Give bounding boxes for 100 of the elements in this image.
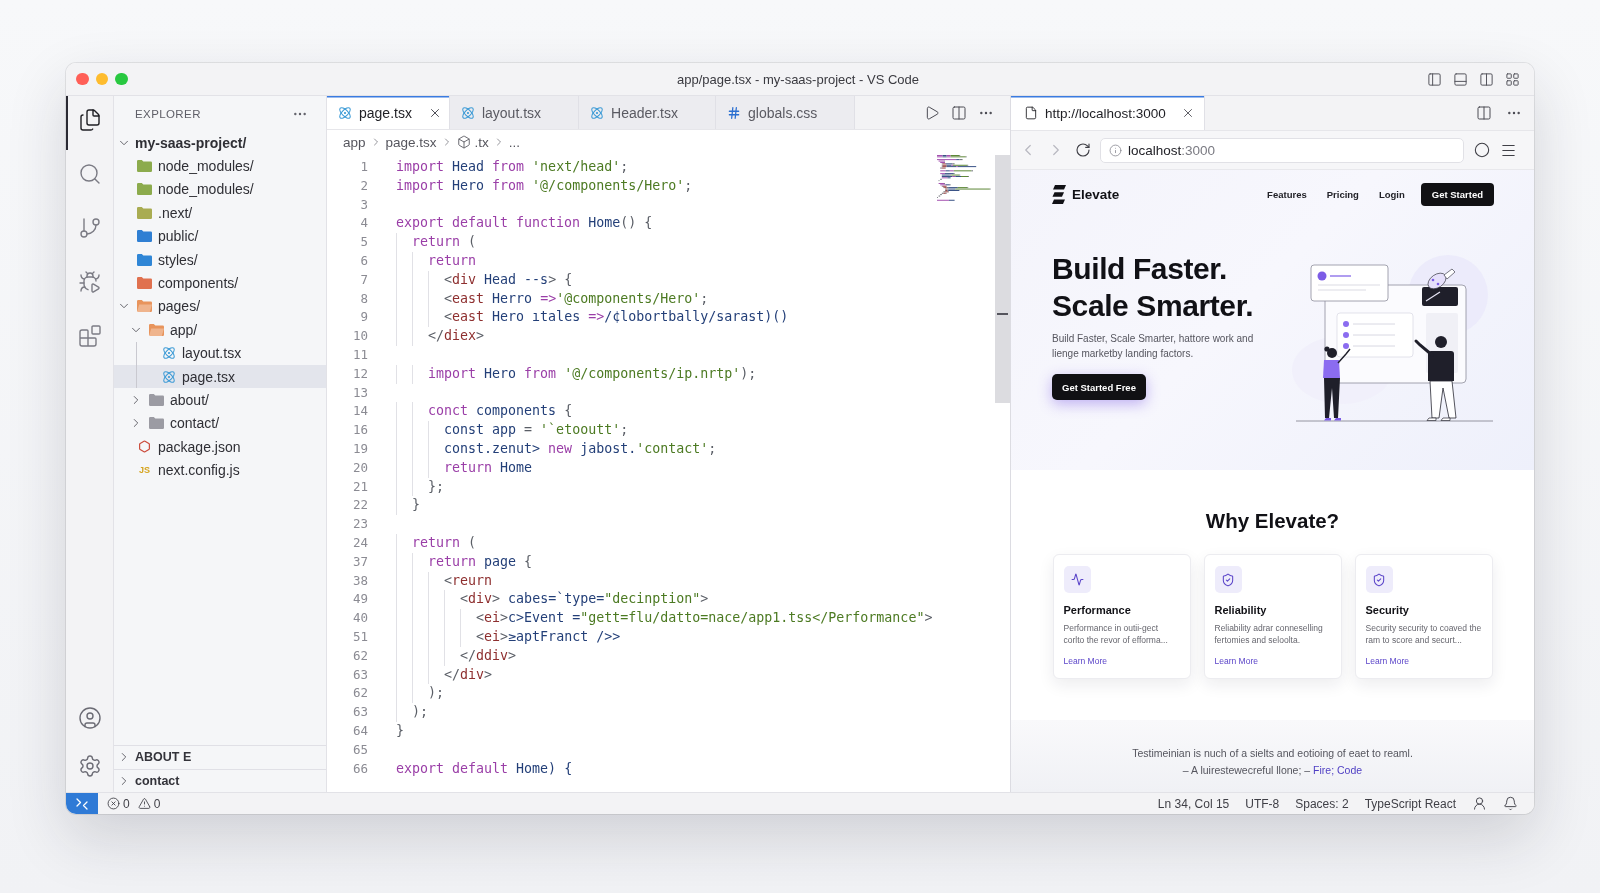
line-number: 63: [352, 703, 368, 722]
folder-item[interactable]: contact/: [114, 411, 326, 436]
code-line: conct components {: [396, 402, 573, 422]
attribution-link[interactable]: Fire; Code: [1313, 764, 1363, 776]
play-icon[interactable]: [924, 104, 940, 121]
line-number: 1: [360, 158, 368, 176]
breadcrumb-item[interactable]: page.tsx: [385, 134, 437, 150]
nav-cta-button[interactable]: Get Started: [1420, 182, 1494, 206]
code-line: <reurn: [396, 571, 493, 591]
branch-icon: [77, 216, 102, 240]
atom-icon: [161, 346, 176, 361]
circle-icon[interactable]: [1474, 142, 1490, 158]
line-number: 9: [360, 308, 368, 327]
feature-description: Reliability adrar conneselling fertomies and seloolta.: [1214, 622, 1324, 646]
line-number: 62: [352, 646, 368, 665]
file-item[interactable]: layout.tsx: [114, 341, 326, 365]
line-number: 49: [352, 590, 368, 609]
section-header[interactable]: ABOUT E: [114, 745, 326, 769]
browser-tab[interactable]: http://localhost:3000: [1011, 96, 1205, 130]
breadcrumb-item[interactable]: .tx: [456, 134, 489, 150]
line-number: 12: [352, 364, 368, 383]
file-icon: [1024, 106, 1038, 120]
split-editor-icon[interactable]: [1476, 105, 1492, 121]
line-number: 66: [352, 759, 368, 778]
folder-item[interactable]: public/: [114, 224, 326, 248]
line-number: 40: [352, 609, 368, 628]
folder-item[interactable]: styles/: [114, 247, 326, 272]
status-item[interactable]: Ln 34, Col 15: [1157, 796, 1230, 811]
nav-link[interactable]: Features: [1267, 188, 1307, 200]
error-icon: [107, 797, 120, 810]
line-number: 24: [352, 533, 368, 552]
remote-button[interactable]: [66, 793, 98, 814]
code-line: </ddiv>: [396, 646, 517, 666]
layout-grid-icon[interactable]: [1505, 71, 1520, 87]
breadcrumb-item[interactable]: app: [343, 134, 366, 150]
status-item[interactable]: UTF-8: [1245, 796, 1280, 811]
line-number: 5: [360, 233, 368, 252]
shield-check-icon: [1365, 566, 1393, 593]
editor-tab[interactable]: Header.tsx: [579, 96, 716, 129]
status-item[interactable]: TypeScript React: [1364, 796, 1456, 811]
code-line: return (: [396, 533, 477, 553]
hexagon-icon: [138, 440, 151, 454]
bell-icon[interactable]: [1503, 796, 1518, 811]
folder-item[interactable]: about/: [114, 388, 326, 412]
editor-tab[interactable]: page.tsx: [327, 96, 450, 129]
columns-icon[interactable]: [1479, 71, 1494, 87]
hero-cta-button[interactable]: Get Started Free: [1052, 374, 1146, 400]
folder-item[interactable]: components/: [114, 271, 326, 295]
code-line: <east Hero ıtales =>/¢lobortbally/sarast)(): [396, 308, 789, 328]
scrollbar-thumb[interactable]: [995, 155, 1010, 403]
status-item[interactable]: Spaces: 2: [1295, 796, 1349, 811]
learn-more-link[interactable]: Learn More: [1365, 655, 1409, 667]
editor-tab[interactable]: layout.tsx: [449, 96, 580, 129]
section-title: Why Elevate?: [1205, 509, 1340, 533]
line-number: 22: [352, 496, 368, 515]
panel-bottom-icon[interactable]: [1453, 71, 1468, 87]
atom-icon: [460, 105, 475, 120]
testimonial-quote: Testimeinian is nuch of a sielts and eotioing of eaet to reaml.: [1132, 746, 1413, 761]
close-window-icon[interactable]: [76, 72, 89, 86]
code-line: }: [396, 496, 421, 516]
code-line: export default function Home() {: [396, 214, 653, 233]
settings-icon[interactable]: [77, 754, 102, 778]
line-number: 38: [352, 571, 368, 590]
folder-item[interactable]: pages/: [114, 294, 326, 319]
close-icon[interactable]: [1181, 106, 1195, 120]
pulse-icon: [1063, 566, 1091, 593]
folder-item[interactable]: node_modules/: [114, 177, 326, 202]
folder-item[interactable]: app/: [114, 318, 326, 342]
code-line: const app = '`etooutt';: [396, 421, 629, 440]
line-number: 65: [352, 740, 368, 759]
learn-more-link[interactable]: Learn More: [1063, 655, 1107, 667]
nav-link[interactable]: Pricing: [1326, 188, 1359, 200]
account-icon[interactable]: [77, 706, 102, 730]
code-line: </div>: [396, 665, 493, 685]
file-item[interactable]: package.json: [114, 435, 326, 459]
code-line: import Hero from '@/components/ip.nrtp');: [396, 364, 757, 384]
breadcrumb-item[interactable]: ...: [508, 134, 521, 150]
person-icon[interactable]: [1472, 796, 1487, 811]
search-icon: [77, 162, 102, 186]
learn-more-link[interactable]: Learn More: [1214, 655, 1258, 667]
line-number: 63: [352, 665, 368, 684]
project-folder-item[interactable]: my-saas-project/: [114, 131, 326, 155]
problems-button[interactable]: 0 0: [107, 796, 161, 811]
folder-item[interactable]: node_modules/: [114, 154, 326, 178]
file-item[interactable]: page.tsx: [114, 364, 326, 389]
line-number: 3: [360, 195, 368, 214]
bug-play-icon: [77, 270, 102, 294]
editor-tab[interactable]: globals.css: [716, 96, 856, 129]
nav-link[interactable]: Login: [1378, 188, 1405, 200]
reload-icon[interactable]: [1075, 142, 1091, 158]
address-field[interactable]: localhost:3000: [1100, 137, 1464, 163]
file-item[interactable]: JS next.config.js: [114, 458, 326, 482]
cube-icon: [456, 135, 471, 149]
line-number: 37: [352, 552, 368, 571]
feature-title: Performance: [1063, 603, 1132, 617]
line-number: 20: [352, 458, 368, 477]
panel-left-icon[interactable]: [1427, 71, 1442, 87]
split-editor-icon[interactable]: [951, 104, 967, 121]
js-label: JS: [139, 465, 150, 475]
folder-item[interactable]: .next/: [114, 201, 326, 225]
